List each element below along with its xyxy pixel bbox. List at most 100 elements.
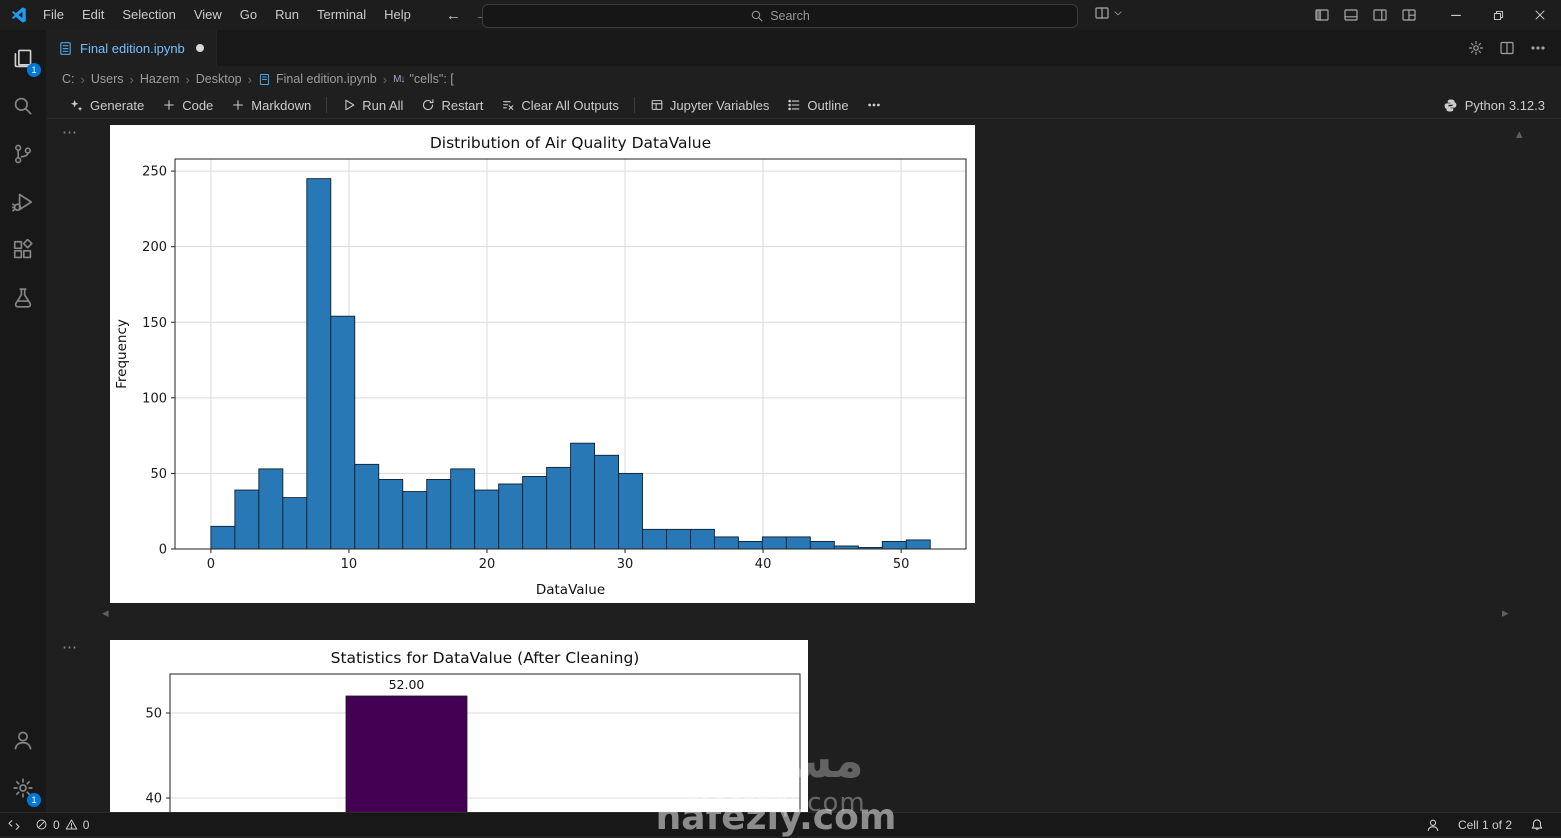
menu-edit[interactable]: Edit bbox=[73, 4, 113, 26]
clear-all-outputs-button[interactable]: Clear All Outputs bbox=[492, 93, 628, 117]
menu-file[interactable]: File bbox=[34, 4, 73, 26]
tab-bar: Final edition.ipynb bbox=[46, 30, 1561, 66]
tab-final-edition[interactable]: Final edition.ipynb bbox=[46, 30, 217, 66]
status-bar: 0 0 Cell 1 of 2 bbox=[0, 812, 1561, 836]
run-debug-icon bbox=[12, 193, 33, 212]
warnings-icon bbox=[65, 819, 77, 830]
outline-button[interactable]: Outline bbox=[778, 93, 857, 117]
histogram-output: 0 10 20 30 40 50 0 50 100 150 200 250 Distribution o… bbox=[110, 125, 975, 603]
svg-text:40: 40 bbox=[145, 792, 162, 807]
modified-dot-icon[interactable] bbox=[195, 44, 204, 52]
kernel-picker[interactable]: Python 3.12.3 bbox=[1443, 98, 1561, 113]
notifications-bell[interactable] bbox=[1523, 814, 1551, 836]
restart-icon bbox=[423, 99, 434, 111]
breadcrumb-users[interactable]: Users bbox=[91, 72, 124, 86]
notebook-accounts-indicator[interactable] bbox=[1419, 814, 1447, 836]
notebook-icon bbox=[60, 41, 71, 55]
python-icon bbox=[1444, 99, 1457, 111]
menu-go[interactable]: Go bbox=[231, 4, 266, 26]
editor-settings-gear-icon[interactable] bbox=[1468, 40, 1484, 56]
menu-help[interactable]: Help bbox=[375, 4, 420, 26]
more-actions-icon[interactable] bbox=[1530, 40, 1546, 56]
svg-text:30: 30 bbox=[617, 557, 634, 572]
extensions-icon bbox=[13, 239, 33, 259]
search-placeholder: Search bbox=[770, 9, 810, 23]
activity-settings[interactable]: 1 bbox=[0, 764, 46, 812]
plus-icon bbox=[233, 100, 244, 110]
add-code-cell-button[interactable]: Code bbox=[153, 93, 222, 117]
jupyter-variables-label: Jupyter Variables bbox=[669, 97, 770, 113]
variables-icon bbox=[651, 100, 663, 110]
back-button[interactable]: ← bbox=[446, 7, 461, 24]
warnings-count: 0 bbox=[82, 817, 90, 832]
svg-text:52.00: 52.00 bbox=[389, 677, 425, 692]
run-all-button[interactable]: Run All bbox=[333, 93, 412, 117]
cell-indicator[interactable]: Cell 1 of 2 bbox=[1451, 814, 1519, 836]
activity-source-control[interactable] bbox=[0, 130, 46, 178]
plus-icon bbox=[164, 100, 175, 110]
command-center-search[interactable]: Search bbox=[482, 4, 1078, 28]
restart-button[interactable]: Restart bbox=[412, 93, 492, 117]
customize-layout-icon[interactable] bbox=[1401, 7, 1417, 23]
breadcrumb-separator: › bbox=[80, 71, 85, 87]
vscode-logo bbox=[11, 7, 26, 23]
activity-search[interactable] bbox=[0, 82, 46, 130]
run-all-icon bbox=[345, 99, 355, 111]
restore-button[interactable] bbox=[1477, 0, 1519, 30]
svg-text:10: 10 bbox=[341, 557, 358, 572]
svg-text:50: 50 bbox=[150, 467, 167, 482]
open-layout-dropdown[interactable] bbox=[1094, 5, 1123, 21]
breadcrumb-file[interactable]: Final edition.ipynb bbox=[276, 72, 377, 86]
jupyter-variables-button[interactable]: Jupyter Variables bbox=[641, 93, 778, 117]
breadcrumb-desktop[interactable]: Desktop bbox=[196, 72, 242, 86]
breadcrumb-hazem[interactable]: Hazem bbox=[140, 72, 180, 86]
errors-icon bbox=[36, 819, 47, 830]
tab-label: Final edition.ipynb bbox=[80, 40, 185, 56]
svg-text:50: 50 bbox=[893, 557, 910, 572]
toggle-sidebar-left-icon[interactable] bbox=[1314, 7, 1330, 23]
svg-text:250: 250 bbox=[142, 165, 167, 180]
toggle-sidebar-right-icon[interactable] bbox=[1372, 7, 1388, 23]
scroll-up-arrow[interactable]: ▴ bbox=[1516, 127, 1523, 140]
breadcrumb-separator: › bbox=[247, 71, 252, 87]
cell-actions-ellipsis[interactable]: ⋯ bbox=[62, 123, 78, 141]
scroll-left-arrow[interactable]: ◂ bbox=[102, 606, 109, 619]
generate-label: Generate bbox=[90, 97, 145, 113]
menu-view[interactable]: View bbox=[185, 4, 231, 26]
outline-label: Outline bbox=[807, 97, 849, 113]
cell-actions-ellipsis[interactable]: ⋯ bbox=[62, 638, 78, 656]
menu-selection[interactable]: Selection bbox=[113, 4, 184, 26]
activity-accounts[interactable] bbox=[0, 716, 46, 764]
generate-button[interactable]: Generate bbox=[60, 93, 153, 117]
notebook-file-icon bbox=[259, 73, 270, 85]
activity-testing[interactable] bbox=[0, 274, 46, 322]
toolbar-more-button[interactable] bbox=[858, 93, 890, 117]
cell-type-marker: M↓ bbox=[393, 73, 405, 85]
activity-extensions[interactable] bbox=[0, 226, 46, 274]
svg-text:20: 20 bbox=[479, 557, 496, 572]
stats-chart-output: 50 40 Statistics for DataValue (After Clea… bbox=[110, 640, 808, 812]
add-markdown-cell-button[interactable]: Markdown bbox=[222, 93, 320, 117]
chevron-down-icon bbox=[1114, 11, 1122, 16]
breadcrumb-cells[interactable]: "cells": [ bbox=[409, 72, 453, 86]
split-editor-icon[interactable] bbox=[1499, 40, 1515, 56]
minimize-button[interactable] bbox=[1435, 0, 1477, 30]
run-all-label: Run All bbox=[362, 97, 404, 113]
breadcrumb: C: › Users › Hazem › Desktop › Final edi… bbox=[46, 66, 1561, 92]
breadcrumb-drive[interactable]: C: bbox=[62, 72, 75, 86]
search-icon bbox=[14, 97, 32, 115]
remote-icon bbox=[8, 819, 20, 830]
scroll-right-arrow[interactable]: ▸ bbox=[1502, 606, 1509, 619]
activity-explorer[interactable]: 1 bbox=[0, 34, 46, 82]
settings-badge: 1 bbox=[27, 793, 41, 807]
search-icon bbox=[751, 10, 763, 22]
menu-terminal[interactable]: Terminal bbox=[308, 4, 375, 26]
menu-run[interactable]: Run bbox=[266, 4, 308, 26]
remote-indicator[interactable] bbox=[0, 814, 28, 836]
restart-label: Restart bbox=[441, 97, 484, 113]
toggle-panel-icon[interactable] bbox=[1343, 7, 1359, 23]
activity-run-debug[interactable] bbox=[0, 178, 46, 226]
problems-indicator[interactable]: 0 0 bbox=[28, 814, 96, 836]
errors-count: 0 bbox=[53, 817, 60, 832]
close-button[interactable] bbox=[1519, 0, 1561, 30]
